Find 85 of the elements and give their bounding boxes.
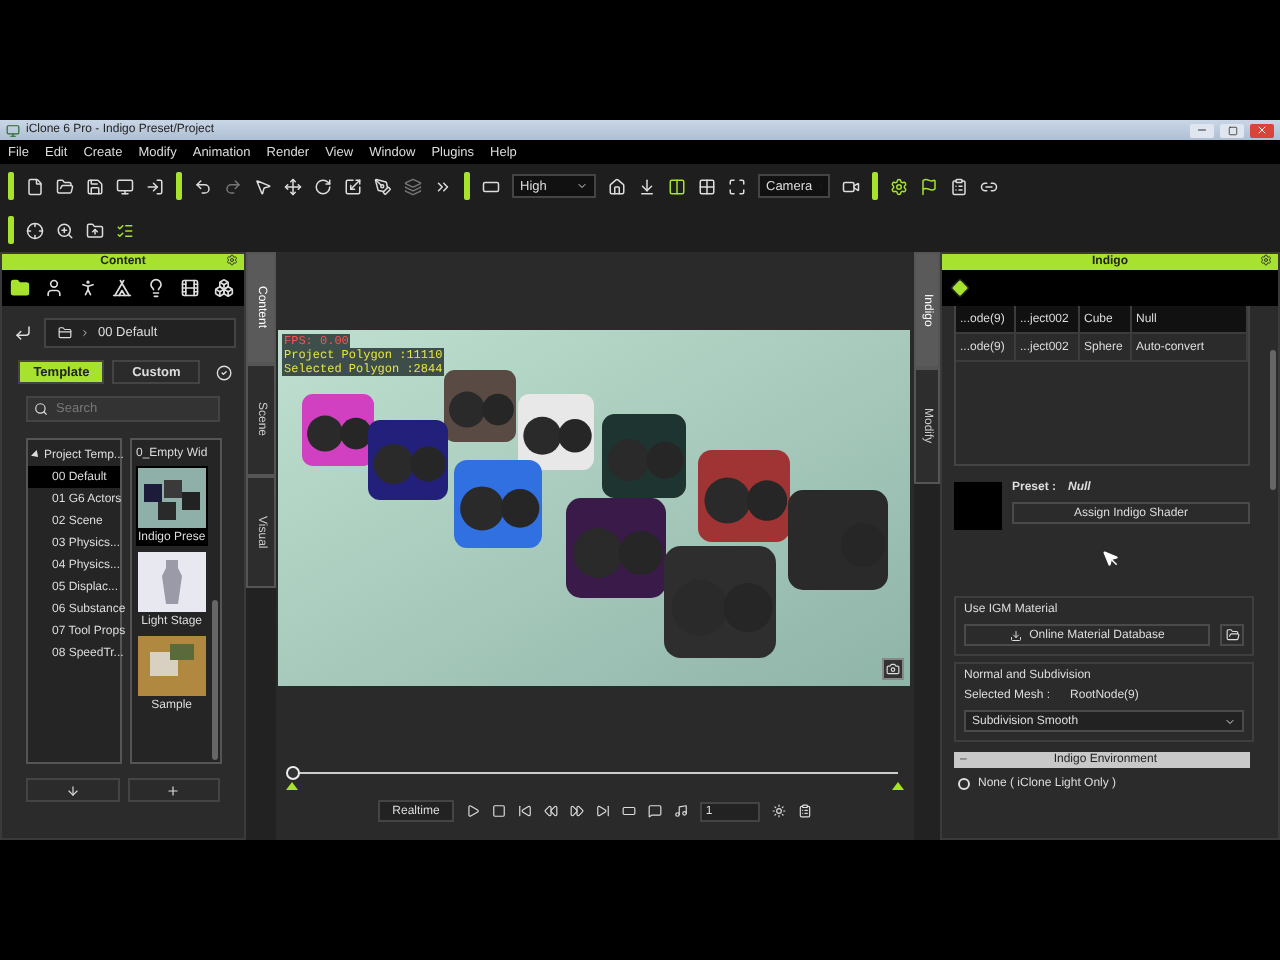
camera-icon[interactable]	[886, 662, 900, 676]
window-icon[interactable]	[482, 177, 500, 195]
frame-icon[interactable]	[728, 177, 746, 195]
play-icon[interactable]	[465, 804, 480, 818]
comment-icon[interactable]	[647, 804, 662, 818]
new-file-icon[interactable]	[26, 177, 44, 195]
home-icon[interactable]	[608, 177, 626, 195]
close-button[interactable]	[1250, 123, 1274, 137]
scrollbar[interactable]	[1270, 350, 1276, 490]
rewind-icon[interactable]	[543, 804, 558, 818]
radio-button[interactable]	[958, 778, 970, 790]
gear-icon[interactable]	[890, 177, 908, 195]
folder-icon[interactable]	[1225, 628, 1239, 642]
settings-icon[interactable]	[226, 254, 238, 266]
film-icon[interactable]	[180, 278, 200, 298]
sun-icon[interactable]	[771, 804, 786, 818]
skip-forward-icon[interactable]	[595, 804, 610, 818]
close-icon[interactable]	[1256, 124, 1268, 136]
rotate-icon[interactable]	[314, 177, 332, 195]
maximize-icon[interactable]	[1227, 125, 1237, 135]
forward-icon[interactable]	[569, 804, 584, 818]
split-view-icon[interactable]	[668, 177, 686, 195]
plus-icon[interactable]	[166, 783, 181, 797]
room-thumbnail	[137, 636, 206, 696]
preset-swatch	[954, 482, 1002, 530]
open-folder-icon[interactable]	[56, 177, 74, 195]
link-icon[interactable]	[980, 177, 998, 195]
arrow-down-icon[interactable]	[65, 783, 80, 797]
toolbar-grip[interactable]	[8, 216, 14, 244]
undo-icon[interactable]	[194, 177, 212, 195]
music-icon[interactable]	[673, 804, 688, 818]
export-icon[interactable]	[146, 177, 164, 195]
monitor-icon[interactable]	[116, 177, 134, 195]
end-marker[interactable]	[892, 782, 904, 790]
folder-up-icon[interactable]	[86, 221, 104, 239]
back-icon[interactable]	[14, 324, 32, 342]
more-icon[interactable]	[434, 177, 452, 195]
redo-icon[interactable]	[224, 177, 242, 195]
move-icon[interactable]	[284, 177, 302, 195]
bulb-icon[interactable]	[146, 278, 166, 298]
expand-icon[interactable]	[31, 450, 41, 460]
zoom-icon[interactable]	[56, 221, 74, 239]
settings-icon[interactable]	[1260, 254, 1272, 266]
grid-icon[interactable]	[698, 177, 716, 195]
pen-icon[interactable]	[374, 177, 392, 195]
person-icon[interactable]	[44, 278, 64, 298]
toolbar-grip[interactable]	[872, 172, 878, 200]
scale-icon[interactable]	[344, 177, 362, 195]
cursor-icon	[1102, 550, 1120, 568]
minimize-button[interactable]	[1190, 123, 1214, 137]
props-icon[interactable]	[214, 278, 234, 298]
toolbar-grip[interactable]	[464, 172, 470, 200]
app-icon	[6, 123, 20, 137]
cubes-thumbnail	[137, 468, 206, 528]
minimize-icon[interactable]	[1196, 124, 1208, 136]
flag-icon[interactable]	[920, 177, 938, 195]
clipboard-icon[interactable]	[950, 177, 968, 195]
layers-icon[interactable]	[404, 177, 422, 195]
diamond-icon[interactable]	[950, 278, 970, 298]
crosshair-icon[interactable]	[26, 221, 44, 239]
camera-icon[interactable]	[842, 177, 860, 195]
stage-icon[interactable]	[112, 278, 132, 298]
folder-button[interactable]	[1220, 624, 1244, 646]
folder-icon	[58, 326, 72, 340]
save-icon[interactable]	[86, 177, 104, 195]
maximize-button[interactable]	[1220, 123, 1244, 137]
panel-icon[interactable]	[797, 804, 812, 818]
toolbar-grip[interactable]	[176, 172, 182, 200]
check-circle-icon[interactable]	[215, 363, 233, 381]
timeline-thumb[interactable]	[286, 766, 300, 780]
skip-back-icon[interactable]	[517, 804, 532, 818]
figure-icon[interactable]	[78, 278, 98, 298]
scrollbar[interactable]	[211, 600, 218, 760]
loop-icon[interactable]	[621, 804, 636, 818]
download-icon[interactable]	[1009, 629, 1022, 641]
select-icon[interactable]	[254, 177, 272, 195]
drop-icon[interactable]	[638, 177, 656, 195]
search-icon[interactable]	[34, 402, 48, 416]
toolbar-grip[interactable]	[8, 172, 14, 200]
stop-icon[interactable]	[491, 804, 506, 818]
start-marker[interactable]	[286, 782, 298, 790]
statue-thumbnail	[137, 552, 206, 612]
list-icon[interactable]	[116, 221, 134, 239]
folder-icon[interactable]	[10, 278, 30, 298]
chevron-icon	[80, 328, 90, 338]
